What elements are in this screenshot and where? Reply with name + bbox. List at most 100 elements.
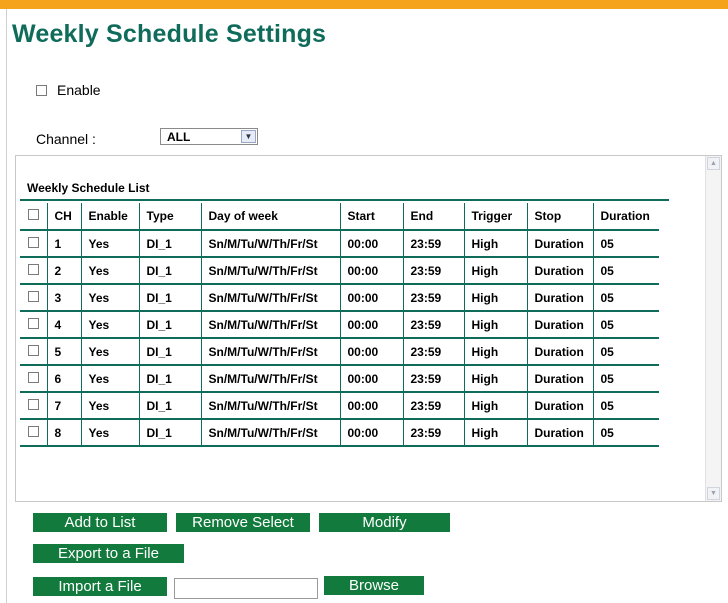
column-header-enable: Enable	[81, 203, 140, 231]
cell-duration: 05	[593, 311, 659, 339]
cell-type: DI_1	[139, 392, 202, 420]
row-select-cell	[20, 311, 48, 339]
cell-stop: Duration	[527, 365, 594, 393]
cell-enable: Yes	[81, 392, 140, 420]
channel-select[interactable]: ALL ▼	[160, 128, 258, 145]
column-header-type: Type	[139, 203, 202, 231]
add-to-list-button[interactable]: Add to List	[33, 513, 167, 532]
cell-enable: Yes	[81, 419, 140, 447]
row-checkbox[interactable]	[28, 344, 39, 356]
cell-type: DI_1	[139, 311, 202, 339]
left-border	[6, 9, 7, 603]
top-accent-bar	[0, 0, 728, 9]
cell-day-of-week: Sn/M/Tu/W/Th/Fr/St	[201, 338, 341, 366]
select-all-checkbox[interactable]	[28, 209, 39, 220]
cell-stop: Duration	[527, 284, 594, 312]
cell-stop: Duration	[527, 311, 594, 339]
enable-checkbox[interactable]	[36, 84, 47, 96]
table-row: 4 Yes DI_1 Sn/M/Tu/W/Th/Fr/St 00:00 23:59 High…	[20, 311, 659, 339]
cell-end: 23:59	[403, 257, 465, 285]
cell-day-of-week: Sn/M/Tu/W/Th/Fr/St	[201, 257, 341, 285]
cell-start: 00:00	[340, 257, 404, 285]
cell-type: DI_1	[139, 284, 202, 312]
cell-duration: 05	[593, 257, 659, 285]
cell-stop: Duration	[527, 419, 594, 447]
scroll-down-arrow-icon[interactable]: ▼	[707, 487, 720, 500]
schedule-list-title: Weekly Schedule List	[27, 181, 150, 195]
row-checkbox[interactable]	[28, 398, 39, 410]
table-header-row: CH Enable Type Day of week Start End Trigger St…	[20, 203, 659, 231]
import-file-path-input[interactable]	[174, 578, 318, 599]
table-row: 3 Yes DI_1 Sn/M/Tu/W/Th/Fr/St 00:00 23:59 High…	[20, 284, 659, 312]
cell-trigger: High	[464, 392, 528, 420]
table-row: 2 Yes DI_1 Sn/M/Tu/W/Th/Fr/St 00:00 23:59 High…	[20, 257, 659, 285]
cell-start: 00:00	[340, 392, 404, 420]
row-checkbox[interactable]	[28, 236, 39, 248]
enable-label: Enable	[57, 82, 101, 98]
row-select-cell	[20, 419, 48, 447]
browse-button[interactable]: Browse	[324, 576, 424, 595]
cell-day-of-week: Sn/M/Tu/W/Th/Fr/St	[201, 230, 341, 258]
cell-type: DI_1	[139, 257, 202, 285]
table-row: 8 Yes DI_1 Sn/M/Tu/W/Th/Fr/St 00:00 23:59 High…	[20, 419, 659, 447]
import-file-button[interactable]: Import a File	[33, 577, 167, 596]
channel-label: Channel :	[36, 131, 96, 147]
row-select-cell	[20, 284, 48, 312]
cell-day-of-week: Sn/M/Tu/W/Th/Fr/St	[201, 365, 341, 393]
column-header-end: End	[403, 203, 465, 231]
table-row: 5 Yes DI_1 Sn/M/Tu/W/Th/Fr/St 00:00 23:59 High…	[20, 338, 659, 366]
cell-trigger: High	[464, 311, 528, 339]
cell-end: 23:59	[403, 338, 465, 366]
cell-day-of-week: Sn/M/Tu/W/Th/Fr/St	[201, 311, 341, 339]
cell-ch: 4	[47, 311, 82, 339]
row-checkbox[interactable]	[28, 263, 39, 275]
cell-end: 23:59	[403, 419, 465, 447]
cell-type: DI_1	[139, 419, 202, 447]
enable-option[interactable]: Enable	[36, 82, 101, 98]
cell-trigger: High	[464, 365, 528, 393]
cell-end: 23:59	[403, 365, 465, 393]
cell-duration: 05	[593, 284, 659, 312]
modify-button[interactable]: Modify	[319, 513, 450, 532]
cell-type: DI_1	[139, 365, 202, 393]
cell-ch: 5	[47, 338, 82, 366]
cell-stop: Duration	[527, 230, 594, 258]
row-select-cell	[20, 338, 48, 366]
table-row: 1 Yes DI_1 Sn/M/Tu/W/Th/Fr/St 00:00 23:59 High…	[20, 230, 659, 258]
column-header-duration: Duration	[593, 203, 659, 231]
remove-select-button[interactable]: Remove Select	[176, 513, 310, 532]
cell-ch: 6	[47, 365, 82, 393]
cell-enable: Yes	[81, 365, 140, 393]
cell-day-of-week: Sn/M/Tu/W/Th/Fr/St	[201, 419, 341, 447]
column-header-stop: Stop	[527, 203, 594, 231]
row-checkbox[interactable]	[28, 290, 39, 302]
vertical-scrollbar[interactable]: ▲ ▼	[705, 156, 721, 501]
cell-start: 00:00	[340, 311, 404, 339]
cell-start: 00:00	[340, 419, 404, 447]
row-select-cell	[20, 365, 48, 393]
row-checkbox[interactable]	[28, 425, 39, 437]
cell-duration: 05	[593, 392, 659, 420]
cell-end: 23:59	[403, 230, 465, 258]
cell-enable: Yes	[81, 338, 140, 366]
channel-select-value: ALL	[167, 130, 191, 144]
cell-trigger: High	[464, 419, 528, 447]
cell-duration: 05	[593, 419, 659, 447]
list-title-divider	[20, 199, 669, 201]
cell-stop: Duration	[527, 338, 594, 366]
cell-trigger: High	[464, 284, 528, 312]
cell-day-of-week: Sn/M/Tu/W/Th/Fr/St	[201, 392, 341, 420]
export-to-file-button[interactable]: Export to a File	[33, 544, 184, 563]
column-header-trigger: Trigger	[464, 203, 528, 231]
cell-start: 00:00	[340, 365, 404, 393]
scroll-up-arrow-icon[interactable]: ▲	[707, 157, 720, 170]
row-select-cell	[20, 257, 48, 285]
row-checkbox[interactable]	[28, 317, 39, 329]
row-checkbox[interactable]	[28, 371, 39, 383]
cell-enable: Yes	[81, 311, 140, 339]
table-row: 7 Yes DI_1 Sn/M/Tu/W/Th/Fr/St 00:00 23:59 High…	[20, 392, 659, 420]
cell-ch: 1	[47, 230, 82, 258]
cell-start: 00:00	[340, 284, 404, 312]
chevron-down-icon[interactable]: ▼	[241, 130, 256, 143]
cell-end: 23:59	[403, 392, 465, 420]
